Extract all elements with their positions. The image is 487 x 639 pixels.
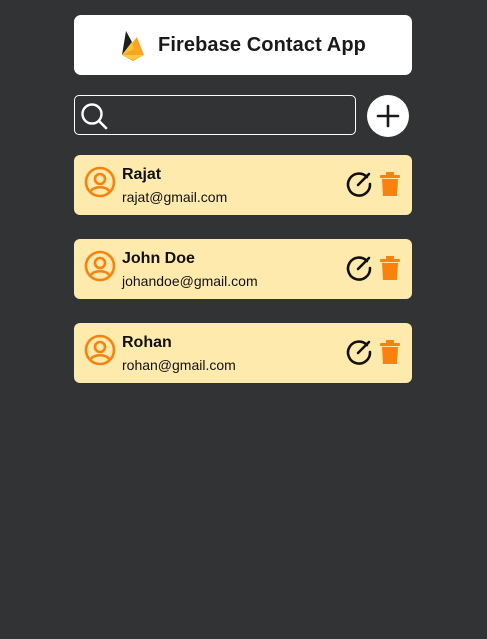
contact-email: johandoe@gmail.com	[122, 273, 258, 289]
contact-name: Rajat	[122, 166, 162, 183]
plus-icon	[376, 104, 400, 128]
user-avatar-icon	[84, 250, 116, 282]
contact-name: Rohan	[122, 334, 172, 351]
edit-icon[interactable]	[345, 254, 373, 282]
app-title: Firebase Contact App	[158, 33, 366, 56]
user-avatar-icon	[84, 334, 116, 366]
trash-icon[interactable]	[378, 339, 402, 365]
edit-icon[interactable]	[345, 170, 373, 198]
search-icon	[81, 103, 108, 130]
add-contact-button[interactable]	[367, 95, 409, 137]
firebase-logo-icon	[122, 31, 145, 61]
contact-card: Rohan rohan@gmail.com	[74, 323, 412, 383]
contact-name: John Doe	[122, 250, 195, 267]
app-header: Firebase Contact App	[74, 15, 412, 75]
contact-card: Rajat rajat@gmail.com	[74, 155, 412, 215]
edit-icon[interactable]	[345, 338, 373, 366]
contact-email: rajat@gmail.com	[122, 189, 228, 205]
contact-email: rohan@gmail.com	[122, 357, 236, 373]
trash-icon[interactable]	[378, 171, 402, 197]
search-input[interactable]	[113, 98, 353, 132]
user-avatar-icon	[84, 166, 116, 198]
app-root: Firebase Contact App Rajat rajat@gmail.c…	[0, 0, 487, 639]
search-box[interactable]	[74, 95, 356, 135]
search-row	[74, 95, 412, 137]
trash-icon[interactable]	[378, 255, 402, 281]
contact-card: John Doe johandoe@gmail.com	[74, 239, 412, 299]
